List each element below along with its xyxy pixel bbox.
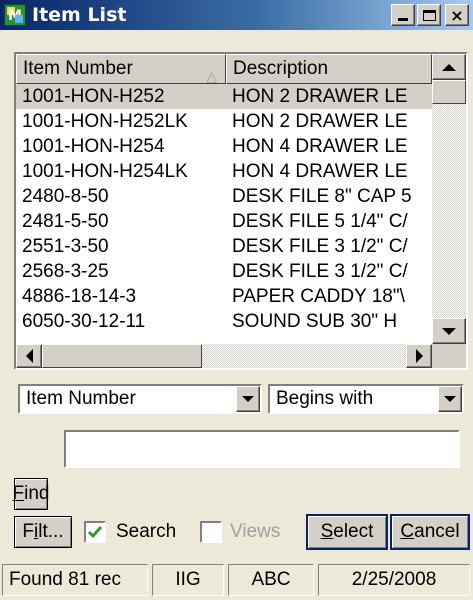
item-grid[interactable]: Item Number △ Description 1001-HON-H252 H… bbox=[14, 52, 468, 370]
views-checkbox[interactable] bbox=[200, 521, 222, 543]
item-number-cell: 4886-18-14-3 bbox=[22, 286, 137, 307]
cancel-button-label: ancel bbox=[414, 521, 460, 542]
item-list-app-icon[interactable]: M bbox=[4, 4, 26, 26]
close-icon: × bbox=[450, 5, 464, 25]
search-checkbox-label: Search bbox=[116, 521, 177, 542]
window-title: Item List bbox=[32, 4, 127, 26]
status-found-count: Found 81 rec bbox=[2, 564, 148, 596]
description-cell: HON 4 DRAWER LE bbox=[232, 161, 408, 182]
scroll-up-button[interactable] bbox=[432, 54, 466, 80]
minimize-button[interactable] bbox=[391, 4, 415, 26]
table-row[interactable]: 6050-30-12-11 SOUND SUB 30" H bbox=[16, 309, 432, 334]
description-cell: HON 2 DRAWER LE bbox=[232, 86, 408, 107]
arrow-down-icon bbox=[442, 327, 456, 335]
table-row[interactable]: 4886-18-14-3 PAPER CADDY 18"\ bbox=[16, 284, 432, 309]
column-header-item-number[interactable]: Item Number △ bbox=[16, 54, 226, 84]
chevron-down-icon bbox=[444, 396, 456, 402]
filter-button[interactable]: Fi lt... bbox=[14, 516, 72, 548]
horizontal-scroll-thumb[interactable] bbox=[42, 344, 202, 368]
close-button[interactable]: × bbox=[445, 4, 469, 26]
find-button[interactable]: Find bbox=[12, 478, 50, 510]
description-cell: HON 4 DRAWER LE bbox=[232, 136, 408, 157]
table-row[interactable]: 2568-3-25 DESK FILE 3 1/2" C/ bbox=[16, 259, 432, 284]
table-row[interactable]: 2481-5-50 DESK FILE 5 1/4" C/ bbox=[16, 209, 432, 234]
description-cell: DESK FILE 5 1/4" C/ bbox=[232, 211, 408, 232]
status-code: ABC bbox=[228, 564, 314, 596]
maximize-button[interactable] bbox=[417, 4, 441, 26]
description-cell: HON 2 DRAWER LE bbox=[232, 111, 408, 132]
search-operator-value: Begins with bbox=[276, 388, 374, 409]
item-number-cell: 1001-HON-H252 bbox=[22, 86, 165, 107]
chevron-down-icon bbox=[242, 396, 254, 402]
find-button-label: ind bbox=[24, 483, 50, 504]
description-cell: DESK FILE 3 1/2" C/ bbox=[232, 261, 408, 282]
table-row[interactable]: 1001-HON-H252 HON 2 DRAWER LE bbox=[16, 84, 432, 109]
search-field-value: Item Number bbox=[26, 388, 136, 409]
filter-button-label: lt... bbox=[38, 521, 64, 542]
search-value-input[interactable] bbox=[64, 430, 460, 468]
search-operator-select[interactable]: Begins with bbox=[268, 384, 464, 414]
status-bar: Found 81 rec IIG ABC 2/25/2008 bbox=[0, 560, 473, 600]
select-button-label: elect bbox=[333, 521, 374, 542]
scroll-right-button[interactable] bbox=[406, 344, 432, 368]
maximize-icon bbox=[422, 9, 436, 21]
table-row[interactable]: 2480-8-50 DESK FILE 8" CAP 5 bbox=[16, 184, 432, 209]
item-number-cell: 6050-30-12-11 bbox=[22, 311, 146, 332]
item-number-cell: 2481-5-50 bbox=[22, 211, 109, 232]
description-cell: SOUND SUB 30" H bbox=[232, 311, 398, 332]
table-row[interactable]: 1001-HON-H252LK HON 2 DRAWER LE bbox=[16, 109, 432, 134]
vertical-scrollbar[interactable] bbox=[432, 54, 466, 344]
description-cell: PAPER CADDY 18"\ bbox=[232, 286, 405, 307]
search-field-select[interactable]: Item Number bbox=[18, 384, 262, 414]
checkmark-icon bbox=[87, 526, 103, 539]
scroll-corner bbox=[432, 344, 466, 368]
description-cell: DESK FILE 3 1/2" C/ bbox=[232, 236, 408, 257]
grid-rows: 1001-HON-H252 HON 2 DRAWER LE 1001-HON-H2… bbox=[16, 84, 432, 344]
arrow-up-icon bbox=[442, 63, 456, 71]
item-number-cell: 2568-3-25 bbox=[22, 261, 109, 282]
table-row[interactable]: 1001-HON-H254LK HON 4 DRAWER LE bbox=[16, 159, 432, 184]
item-number-cell: 2480-8-50 bbox=[22, 186, 109, 207]
search-checkbox[interactable] bbox=[84, 521, 106, 543]
cancel-button-mnemonic: C bbox=[400, 521, 415, 542]
title-bar[interactable]: M Item List × bbox=[0, 0, 473, 30]
dropdown-button[interactable] bbox=[236, 386, 260, 412]
table-row[interactable]: 2551-3-50 DESK FILE 3 1/2" C/ bbox=[16, 234, 432, 259]
dropdown-button[interactable] bbox=[438, 386, 462, 412]
column-header-label: Item Number bbox=[23, 58, 133, 79]
find-button-mnemonic: F bbox=[12, 483, 25, 504]
arrow-left-icon bbox=[25, 349, 33, 363]
item-number-cell: 1001-HON-H252LK bbox=[22, 111, 188, 132]
scroll-left-button[interactable] bbox=[16, 344, 42, 368]
views-checkbox-label: Views bbox=[230, 521, 281, 542]
item-number-cell: 1001-HON-H254 bbox=[22, 136, 165, 157]
column-header-description[interactable]: Description bbox=[226, 54, 432, 84]
table-row[interactable]: 1001-HON-H254 HON 4 DRAWER LE bbox=[16, 134, 432, 159]
item-number-cell: 1001-HON-H254LK bbox=[22, 161, 188, 182]
grid-header: Item Number △ Description bbox=[16, 54, 466, 84]
horizontal-scrollbar[interactable] bbox=[16, 344, 432, 368]
status-company: IIG bbox=[152, 564, 224, 596]
scroll-down-button[interactable] bbox=[432, 318, 466, 344]
item-number-cell: 2551-3-50 bbox=[22, 236, 109, 257]
select-button[interactable]: Select bbox=[306, 514, 388, 550]
filter-button-label-start: F bbox=[22, 521, 35, 542]
arrow-right-icon bbox=[415, 349, 423, 363]
status-date: 2/25/2008 bbox=[318, 564, 470, 596]
select-button-mnemonic: S bbox=[320, 521, 334, 542]
cancel-button[interactable]: Cancel bbox=[390, 514, 470, 550]
column-header-label: Description bbox=[233, 58, 329, 79]
vertical-scroll-thumb[interactable] bbox=[432, 80, 466, 104]
minimize-icon bbox=[398, 18, 408, 21]
description-cell: DESK FILE 8" CAP 5 bbox=[232, 186, 412, 207]
